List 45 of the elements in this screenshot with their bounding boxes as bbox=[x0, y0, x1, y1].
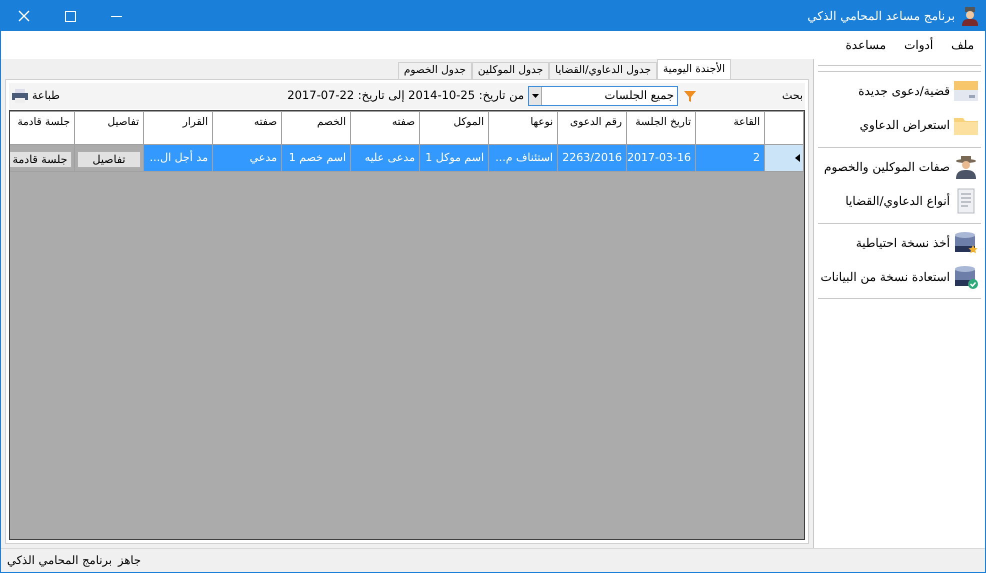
tab[interactable]: جدول الموكلين bbox=[472, 62, 550, 79]
grid-button[interactable]: تفاصيل bbox=[77, 151, 141, 168]
menu-item[interactable]: مساعدة bbox=[838, 36, 894, 54]
table-cell: مدعى عليه bbox=[350, 144, 420, 172]
database-star-icon bbox=[953, 230, 979, 256]
table-cell: 2263/2016 bbox=[558, 144, 626, 172]
database-check-icon bbox=[953, 264, 979, 290]
column-header[interactable]: جلسة قادمة bbox=[10, 112, 74, 144]
column-header[interactable]: تفاصيل bbox=[74, 112, 144, 144]
envelope-icon bbox=[953, 78, 979, 104]
close-icon bbox=[18, 10, 30, 22]
person-icon bbox=[953, 154, 979, 180]
table-cell: 2 bbox=[696, 144, 764, 172]
tab[interactable]: جدول الدعاوي/القضايا bbox=[549, 62, 657, 79]
status-text: برنامج المحامي الذكي bbox=[7, 552, 112, 569]
sidebar-item[interactable]: استعراض الدعاوي bbox=[818, 108, 981, 142]
caret-icon bbox=[532, 94, 539, 98]
table-cell: اسم موكل 1 bbox=[420, 144, 488, 172]
table-cell: اسم خصم 1 bbox=[282, 144, 350, 172]
grid-button[interactable]: جلسة قادمة bbox=[10, 151, 72, 168]
row-pointer-icon bbox=[795, 154, 800, 162]
dropdown-value: جميع الجلسات bbox=[604, 87, 676, 104]
search-label: بحث bbox=[782, 88, 804, 104]
maximize-icon bbox=[64, 10, 76, 22]
table-cell: مد أجل ال... bbox=[144, 144, 212, 172]
print-button[interactable]: طباعة bbox=[9, 88, 60, 104]
tab[interactable]: جدول الخصوم bbox=[398, 62, 472, 79]
sidebar-item[interactable]: قضية/دعوى جديدة bbox=[818, 74, 981, 108]
sidebar-item[interactable]: استعادة نسخة من البيانات bbox=[818, 260, 981, 294]
table-cell: استئناف م... bbox=[488, 144, 558, 172]
filter-dropdown[interactable]: جميع الجلسات bbox=[528, 86, 678, 106]
menu-item[interactable]: أدوات bbox=[897, 36, 940, 54]
filter-icon[interactable] bbox=[682, 88, 698, 104]
table-cell: مدعي bbox=[212, 144, 282, 172]
sidebar-item[interactable]: صفات الموكلين والخصوم bbox=[818, 150, 981, 184]
sidebar-item[interactable]: أخذ نسخة احتياطية bbox=[818, 226, 981, 260]
tab[interactable]: الأجندة اليومية bbox=[656, 59, 731, 79]
sidebar-item[interactable]: أنواع الدعاوي/القضايا bbox=[818, 184, 981, 218]
status-text: جاهز bbox=[118, 552, 141, 569]
table-cell: 2017-03-16 bbox=[626, 144, 696, 172]
menu-item[interactable]: ملف bbox=[944, 36, 981, 54]
row-header[interactable] bbox=[764, 144, 804, 172]
date-range: من تاريخ: 25-10-2014 إلى تاريخ: 22-07-2017 bbox=[287, 87, 524, 104]
lawyer-icon bbox=[961, 6, 979, 26]
window-title: برنامج مساعد المحامي الذكي bbox=[807, 8, 955, 25]
